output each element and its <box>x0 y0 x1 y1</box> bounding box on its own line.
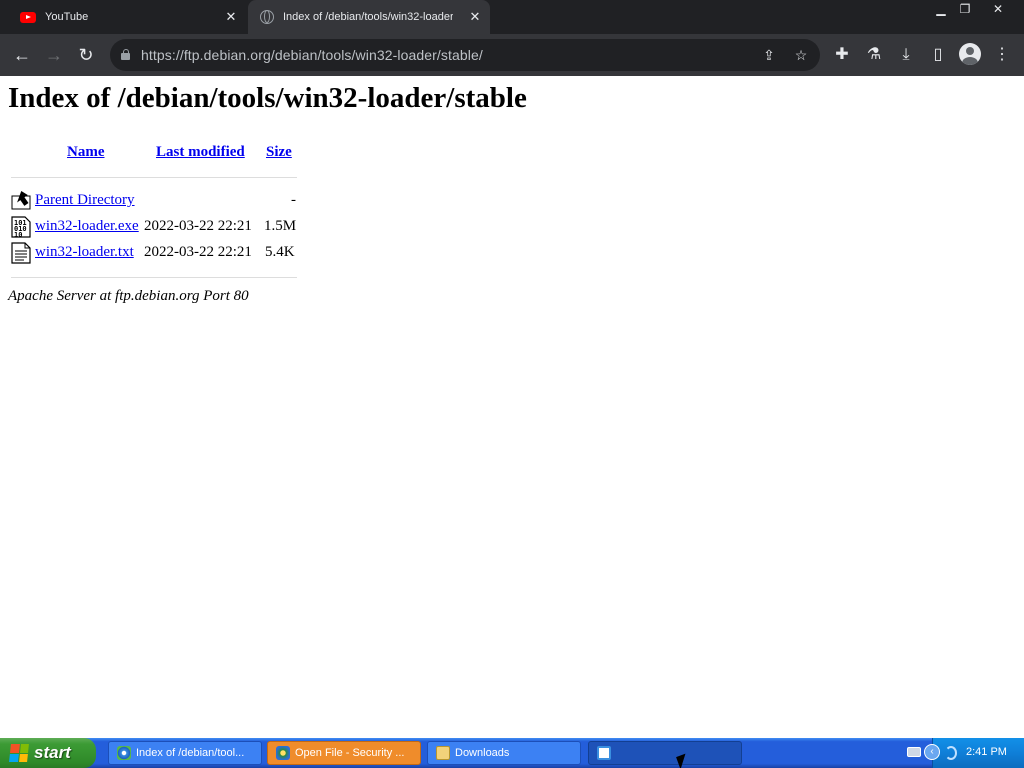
tab-title: YouTube <box>45 11 89 23</box>
column-header-size[interactable]: Size <box>266 144 292 161</box>
globe-icon <box>260 10 274 24</box>
taskbar-button-label: Open File - Security ... <box>295 747 405 759</box>
download-icon[interactable]: ⤓ <box>895 44 917 66</box>
back-icon[interactable]: ← <box>10 43 34 67</box>
star-icon[interactable]: ☆ <box>792 46 810 64</box>
file-size: - <box>291 192 296 208</box>
minimize-icon[interactable]: ▁ <box>928 0 954 18</box>
chevron-left-icon[interactable]: ‹ <box>924 744 940 760</box>
clock: 2:41 PM <box>966 746 1007 758</box>
file-link-parent-directory[interactable]: Parent Directory <box>35 192 135 209</box>
svg-text:10: 10 <box>14 231 22 238</box>
side-panel-icon[interactable]: ▯ <box>927 44 949 66</box>
labs-icon[interactable]: ⚗ <box>863 44 885 66</box>
forward-icon[interactable]: → <box>42 43 66 67</box>
browser-toolbar: ← → ↻ https://ftp.debian.org/debian/tool… <box>0 34 1024 76</box>
file-size: 1.5M <box>264 218 297 234</box>
security-shield-icon <box>276 746 290 760</box>
divider <box>11 177 297 178</box>
tab-title: Index of /debian/tools/win32-loader/stab… <box>283 11 453 23</box>
tab-youtube[interactable]: YouTube ✕ <box>10 0 246 34</box>
folder-icon <box>436 746 450 760</box>
file-modified: 2022-03-22 22:21 <box>144 218 252 234</box>
file-size: 5.4K <box>265 244 295 260</box>
tab-index[interactable]: Index of /debian/tools/win32-loader/stab… <box>248 0 490 34</box>
restore-icon[interactable]: ❐ <box>952 0 978 18</box>
page-title: Index of /debian/tools/win32-loader/stab… <box>8 82 527 114</box>
youtube-icon <box>20 11 36 23</box>
windows-logo-icon <box>9 744 29 762</box>
lock-icon[interactable] <box>121 49 130 60</box>
app-window-icon <box>597 746 611 760</box>
taskbar-button-security-warning[interactable]: Open File - Security ... <box>267 741 421 765</box>
file-link-exe[interactable]: win32-loader.exe <box>35 218 139 235</box>
browser-app-icon <box>117 746 131 760</box>
file-modified: 2022-03-22 22:21 <box>144 244 252 260</box>
share-icon[interactable]: ⇪ <box>760 46 778 64</box>
start-label: start <box>34 743 71 762</box>
reload-icon[interactable]: ↻ <box>74 43 98 67</box>
close-tab-icon[interactable]: ✕ <box>468 10 482 24</box>
text-file-icon <box>11 242 31 264</box>
close-tab-icon[interactable]: ✕ <box>224 10 238 24</box>
divider <box>11 277 297 278</box>
url-text[interactable]: https://ftp.debian.org/debian/tools/win3… <box>141 47 483 63</box>
network-icon[interactable] <box>945 746 957 760</box>
column-header-name[interactable]: Name <box>67 144 105 161</box>
taskbar-button-label: Index of /debian/tool... <box>136 747 245 759</box>
taskbar-button-label: Downloads <box>455 747 510 759</box>
extensions-icon[interactable]: ✚ <box>831 44 853 66</box>
binary-file-icon: 101 010 10 <box>11 216 31 238</box>
taskbar-button-app[interactable] <box>588 741 742 765</box>
address-bar[interactable]: https://ftp.debian.org/debian/tools/win3… <box>110 39 820 71</box>
back-folder-icon <box>11 190 31 210</box>
start-button[interactable]: start <box>0 738 96 768</box>
tab-strip: YouTube ✕ Index of /debian/tools/win32-l… <box>0 0 1024 34</box>
file-link-txt[interactable]: win32-loader.txt <box>35 244 134 261</box>
menu-icon[interactable]: ⋮ <box>991 44 1013 66</box>
close-window-icon[interactable]: ✕ <box>985 0 1011 18</box>
server-signature: Apache Server at ftp.debian.org Port 80 <box>8 288 249 304</box>
taskbar: start Index of /debian/tool... Open File… <box>0 738 1024 768</box>
column-header-last-modified[interactable]: Last modified <box>156 144 245 161</box>
profile-avatar-icon[interactable] <box>959 43 981 65</box>
page-content: Index of /debian/tools/win32-loader/stab… <box>0 76 1024 738</box>
taskbar-button-browser[interactable]: Index of /debian/tool... <box>108 741 262 765</box>
taskbar-button-downloads[interactable]: Downloads <box>427 741 581 765</box>
keyboard-icon[interactable] <box>907 747 921 757</box>
